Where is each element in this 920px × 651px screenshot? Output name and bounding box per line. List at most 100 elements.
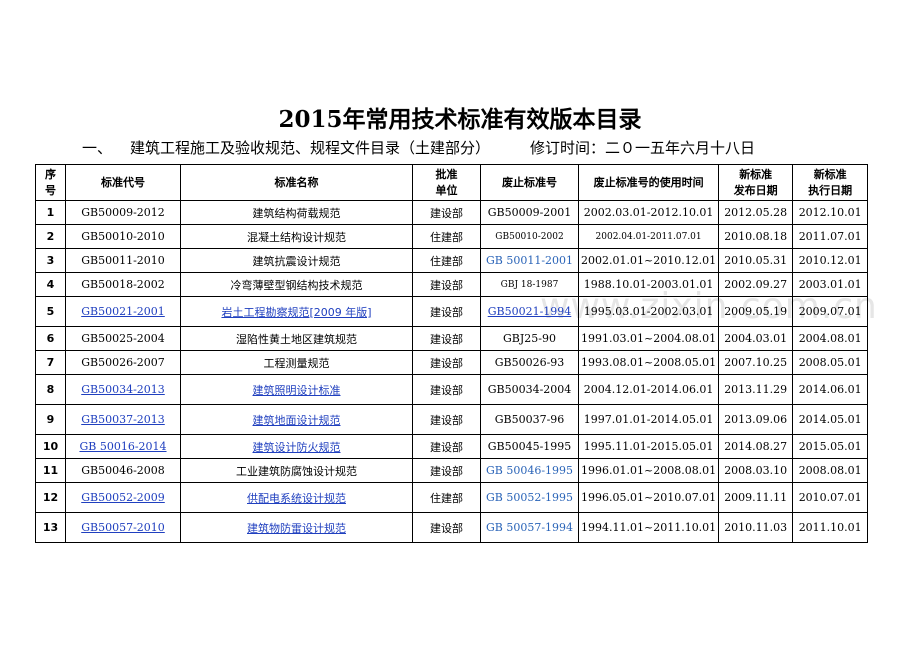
execute-date: 2012.10.01 [792, 200, 869, 225]
execute-date: 2014.05.01 [792, 404, 869, 435]
old-period: 1997.01.01-2014.05.01 [577, 404, 720, 435]
standard-name-link[interactable]: 建筑物防雷设计规范 [247, 522, 346, 535]
standard-name-link[interactable]: 供配电系统设计规范 [247, 492, 346, 505]
table-row: 5 GB50021-2001 岩土工程勘察规范[2009 年版] 建设部 GB5… [35, 296, 869, 327]
standard-code: GB50011-2010 [65, 248, 181, 273]
revision-date: 修订时间：二０一五年六月十八日 [530, 139, 756, 157]
standard-name: 冷弯薄壁型钢结构技术规范 [180, 272, 413, 297]
section-number: 一、 [82, 139, 113, 157]
standard-code-link[interactable]: GB50057-2010 [81, 521, 165, 534]
table-row: 7 GB50026-2007 工程测量规范 建设部 GB50026-93 199… [35, 350, 869, 375]
standard-name: 建筑抗震设计规范 [180, 248, 413, 273]
old-period: 1995.11.01-2015.05.01 [577, 434, 720, 459]
execute-date: 2003.01.01 [792, 272, 869, 297]
table-row: 2 GB50010-2010 混凝土结构设计规范 住建部 GB50010-200… [35, 224, 869, 249]
approve-unit: 建设部 [412, 374, 481, 405]
publish-date: 2009.11.11 [718, 482, 794, 513]
standard-code: GB50010-2010 [65, 224, 181, 249]
approve-unit: 建设部 [412, 350, 481, 375]
header-new-publish-date: 新标准 发布日期 [718, 164, 794, 201]
standard-code-link[interactable]: GB50034-2013 [81, 383, 165, 396]
publish-date: 2014.08.27 [718, 434, 794, 459]
execute-date: 2009.07.01 [792, 296, 869, 327]
standard-code-link[interactable]: GB50052-2009 [81, 491, 165, 504]
publish-date: 2009.05.19 [718, 296, 794, 327]
row-number: 10 [35, 434, 66, 459]
old-code: GB50045-1995 [480, 434, 579, 459]
old-code: GB50034-2004 [480, 374, 579, 405]
standard-code: GB50046-2008 [65, 458, 181, 483]
old-code: GB 50011-2001 [480, 248, 579, 273]
publish-date: 2012.05.28 [718, 200, 794, 225]
publish-date: 2004.03.01 [718, 326, 794, 351]
header-new-execute-date: 新标准 执行日期 [792, 164, 869, 201]
execute-date: 2010.07.01 [792, 482, 869, 513]
row-number: 6 [35, 326, 66, 351]
old-code: GB 50057-1994 [480, 512, 579, 543]
row-number: 4 [35, 272, 66, 297]
execute-date: 2010.12.01 [792, 248, 869, 273]
publish-date: 2010.05.31 [718, 248, 794, 273]
header-old-period: 废止标准号的使用时间 [577, 164, 720, 201]
standard-code: GB50026-2007 [65, 350, 181, 375]
row-number: 11 [35, 458, 66, 483]
approve-unit: 建设部 [412, 512, 481, 543]
standard-name: 工业建筑防腐蚀设计规范 [180, 458, 413, 483]
old-code-link[interactable]: GB50021-1994 [488, 305, 572, 318]
publish-date: 2013.11.29 [718, 374, 794, 405]
standard-name: 建筑结构荷载规范 [180, 200, 413, 225]
table-row: 3 GB50011-2010 建筑抗震设计规范 住建部 GB 50011-200… [35, 248, 869, 273]
old-code: GB50009-2001 [480, 200, 579, 225]
execute-date: 2014.06.01 [792, 374, 869, 405]
standard-code-link[interactable]: GB50037-2013 [81, 413, 165, 426]
approve-unit: 建设部 [412, 296, 481, 327]
standard-name-link[interactable]: 建筑照明设计标准 [253, 384, 341, 397]
standard-code: GB50018-2002 [65, 272, 181, 297]
standard-code-link[interactable]: GB50021-2001 [81, 305, 165, 318]
standard-name-link[interactable]: 建筑地面设计规范 [253, 414, 341, 427]
old-code: GB50010-2002 [480, 224, 579, 249]
row-number: 7 [35, 350, 66, 375]
old-period: 2002.01.01~2010.12.01 [577, 248, 720, 273]
header-seq: 序号 [35, 164, 66, 201]
table-row: 1 GB50009-2012 建筑结构荷载规范 建设部 GB50009-2001… [35, 200, 869, 225]
old-code: GB50026-93 [480, 350, 579, 375]
approve-unit: 住建部 [412, 482, 481, 513]
standard-code-link[interactable]: GB 50016-2014 [79, 440, 166, 453]
header-old-code: 废止标准号 [480, 164, 579, 201]
old-period: 1988.10.01-2003.01.01 [577, 272, 720, 297]
standard-name-link[interactable]: 岩土工程勘察规范[2009 年版] [221, 306, 371, 319]
table-row: 6 GB50025-2004 湿陷性黄土地区建筑规范 建设部 GBJ25-90 … [35, 326, 869, 351]
subtitle: 一、 建筑工程施工及验收规范、规程文件目录（土建部分） 修订时间：二０一五年六月十八… [82, 137, 755, 158]
standard-name: 湿陷性黄土地区建筑规范 [180, 326, 413, 351]
row-number: 13 [35, 512, 66, 543]
standard-name-link[interactable]: 建筑设计防火规范 [253, 441, 341, 454]
table-row: 12 GB50052-2009 供配电系统设计规范 住建部 GB 50052-1… [35, 482, 869, 513]
standard-name: 工程测量规范 [180, 350, 413, 375]
row-number: 1 [35, 200, 66, 225]
row-number: 5 [35, 296, 66, 327]
header-approve-unit: 批准 单位 [412, 164, 481, 201]
table-row: 10 GB 50016-2014 建筑设计防火规范 建设部 GB50045-19… [35, 434, 869, 459]
standard-code: GB50025-2004 [65, 326, 181, 351]
table-row: 13 GB50057-2010 建筑物防雷设计规范 建设部 GB 50057-1… [35, 512, 869, 543]
publish-date: 2007.10.25 [718, 350, 794, 375]
approve-unit: 住建部 [412, 248, 481, 273]
publish-date: 2008.03.10 [718, 458, 794, 483]
approve-unit: 建设部 [412, 272, 481, 297]
execute-date: 2008.05.01 [792, 350, 869, 375]
old-period: 1995.03.01-2002.03.01 [577, 296, 720, 327]
table-row: 8 GB50034-2013 建筑照明设计标准 建设部 GB50034-2004… [35, 374, 869, 405]
page-title: 2015年常用技术标准有效版本目录 [278, 106, 642, 133]
old-period: 1994.11.01~2011.10.01 [577, 512, 720, 543]
header-code: 标准代号 [65, 164, 181, 201]
old-period: 2004.12.01-2014.06.01 [577, 374, 720, 405]
old-period: 1991.03.01~2004.08.01 [577, 326, 720, 351]
standards-table: 序号 标准代号 标准名称 批准 单位 废止标准号 废止标准号的使用时间 新标准 发布… [35, 164, 869, 543]
execute-date: 2008.08.01 [792, 458, 869, 483]
row-number: 3 [35, 248, 66, 273]
execute-date: 2015.05.01 [792, 434, 869, 459]
publish-date: 2010.08.18 [718, 224, 794, 249]
approve-unit: 建设部 [412, 434, 481, 459]
standard-code: GB50009-2012 [65, 200, 181, 225]
